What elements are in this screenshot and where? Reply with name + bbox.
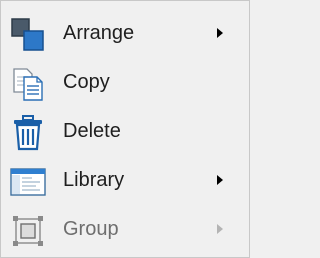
group-icon [9,212,47,250]
menu-item-library[interactable]: Library [1,156,249,205]
menu-item-delete[interactable]: Delete [1,107,249,156]
arrange-icon [9,16,47,54]
context-menu: Arrange Copy Delete Library Group [0,0,250,258]
library-window-icon [9,163,47,201]
menu-item-label: Arrange [63,22,135,44]
menu-item-arrange[interactable]: Arrange [1,9,249,58]
submenu-arrow-icon [217,28,223,38]
trash-icon [9,114,47,152]
menu-item-label: Library [63,169,125,191]
menu-item-label: Group [63,218,119,240]
menu-item-group[interactable]: Group [1,205,249,254]
menu-item-label: Delete [63,120,121,142]
menu-item-copy[interactable]: Copy [1,58,249,107]
copy-icon [9,65,47,103]
menu-item-label: Copy [63,71,110,93]
submenu-arrow-icon [217,224,223,234]
submenu-arrow-icon [217,175,223,185]
